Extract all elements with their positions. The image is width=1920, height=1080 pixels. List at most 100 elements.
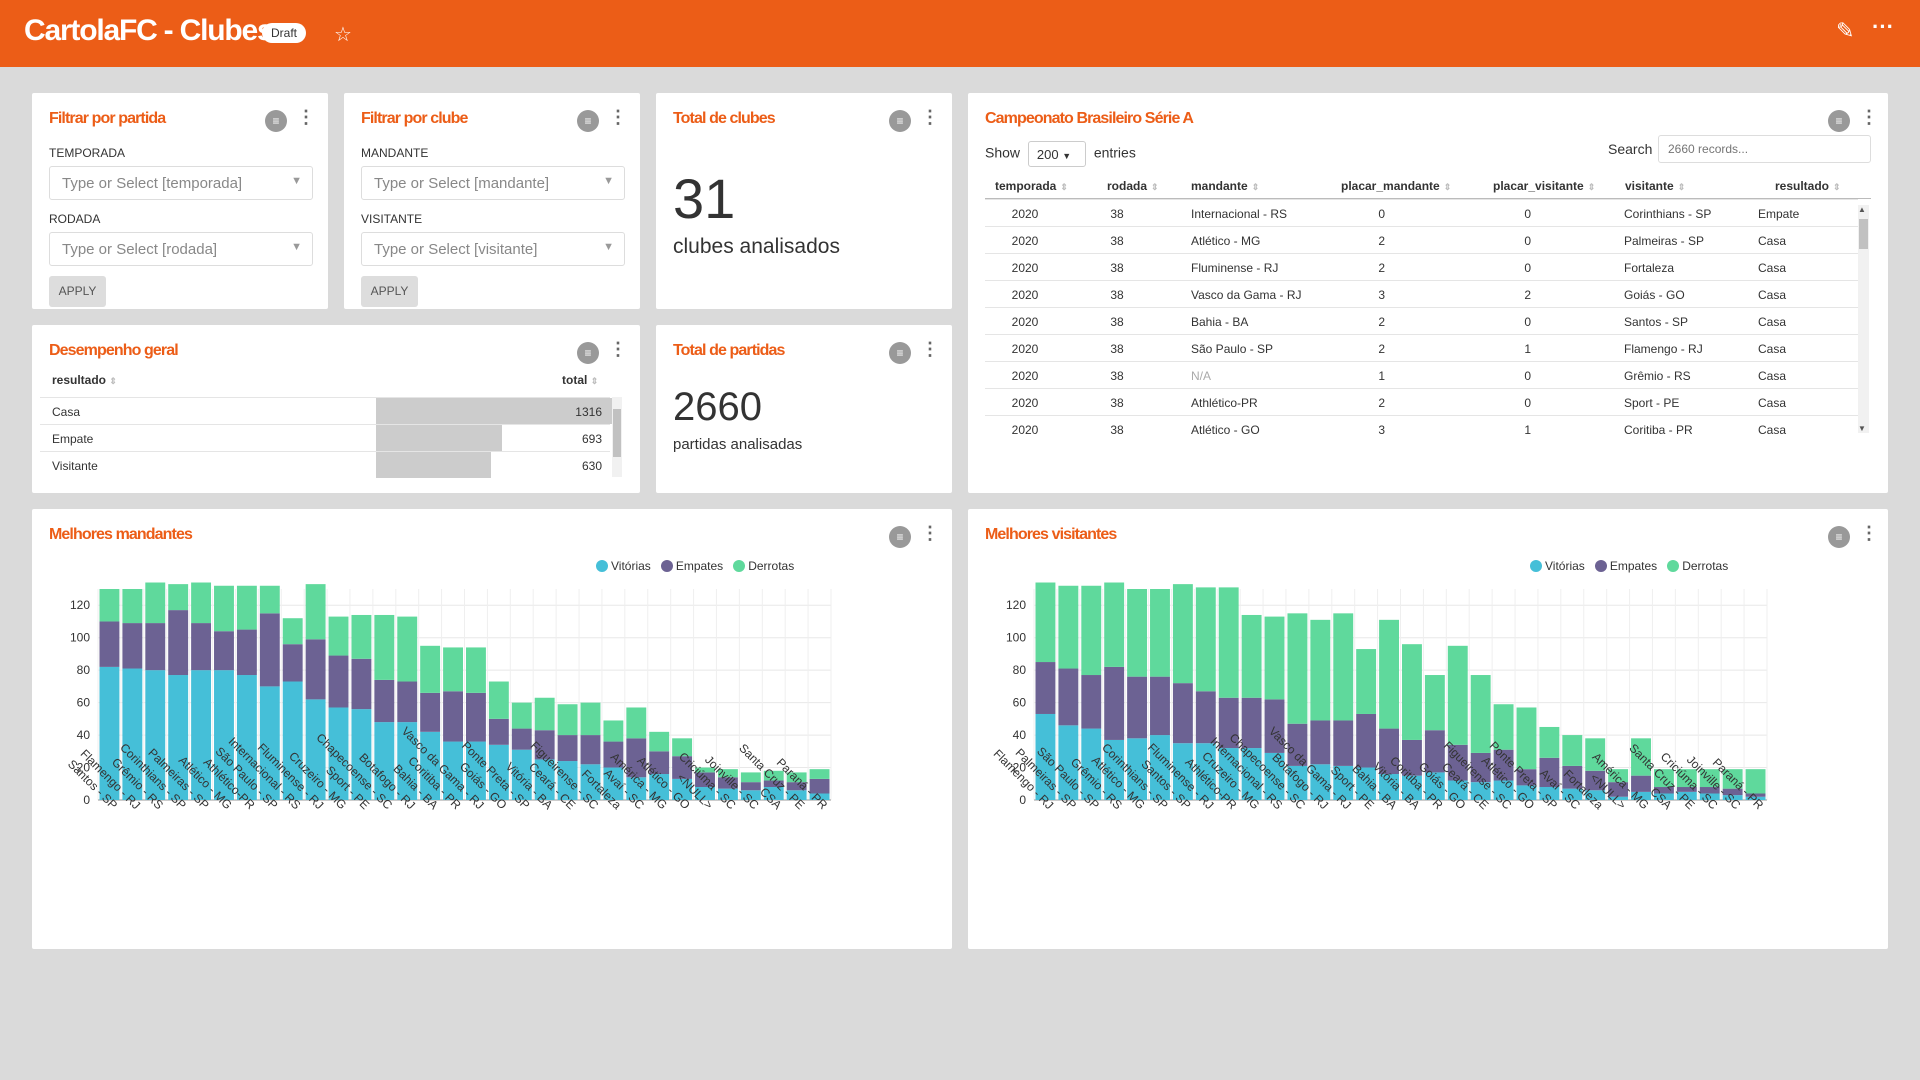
bar-derrotas[interactable] [99, 589, 120, 622]
filter-icon[interactable]: ≡ [577, 342, 599, 364]
bar-derrotas[interactable] [282, 618, 303, 645]
table-row[interactable]: 2020 38 Atlético - GO 3 1 Coritiba - PR Casa [985, 415, 1858, 442]
visitante-select[interactable]: Type or Select [visitante] ▼ [361, 232, 625, 266]
table-row[interactable]: 2020 38 Vasco da Gama - RJ 3 2 Goiás - GO Casa [985, 280, 1858, 307]
bar-derrotas[interactable] [603, 720, 624, 742]
table-row[interactable]: 2020 38 Bahia - BA 2 0 Santos - SP Casa [985, 307, 1858, 334]
bar-empates[interactable] [374, 679, 395, 723]
scroll-thumb[interactable] [1859, 219, 1868, 249]
bar-derrotas[interactable] [397, 616, 418, 682]
more-vertical-icon[interactable]: ⋮ [921, 107, 939, 128]
bar-derrotas[interactable] [740, 772, 761, 783]
bar-derrotas[interactable] [1058, 585, 1079, 669]
col-header-temporada[interactable]: temporada ⇕ [995, 179, 1068, 193]
bar-derrotas[interactable] [443, 647, 463, 692]
bar-empates[interactable] [122, 623, 143, 669]
bar-empates[interactable] [1310, 720, 1331, 765]
more-vertical-icon[interactable]: ⋮ [609, 339, 627, 360]
col-header-total[interactable]: total ⇕ [562, 373, 598, 387]
more-vertical-icon[interactable]: ⋮ [609, 107, 627, 128]
table-row[interactable]: Empate 693 [40, 424, 610, 451]
bar-derrotas[interactable] [466, 647, 486, 693]
col-header-placar_visitante[interactable]: placar_visitante ⇕ [1493, 179, 1595, 193]
filter-icon[interactable]: ≡ [265, 110, 287, 132]
bar-empates[interactable] [397, 681, 418, 723]
bar-derrotas[interactable] [351, 614, 372, 659]
apply-button[interactable]: APPLY [49, 276, 106, 307]
bar-empates[interactable] [168, 610, 189, 676]
bar-derrotas[interactable] [145, 582, 166, 624]
scroll-down-icon[interactable]: ▼ [1858, 424, 1866, 433]
bar-empates[interactable] [1333, 720, 1354, 766]
bar-empates[interactable] [1195, 691, 1216, 744]
table-row[interactable]: 2020 38 Internacional - RS 0 0 Corinthians - … [985, 199, 1858, 226]
bar-derrotas[interactable] [557, 704, 578, 736]
filter-icon[interactable]: ≡ [889, 110, 911, 132]
bar-derrotas[interactable] [1195, 587, 1216, 692]
bar-empates[interactable] [1104, 666, 1125, 740]
star-icon[interactable]: ☆ [334, 22, 352, 47]
edit-icon[interactable]: ✎ [1836, 18, 1854, 44]
bar-derrotas[interactable] [1104, 582, 1125, 667]
more-vertical-icon[interactable]: ⋮ [297, 107, 315, 128]
bar-empates[interactable] [1172, 683, 1193, 744]
table-row[interactable]: 2020 38 Atlético - MG 2 0 Palmeiras - SP Casa [985, 226, 1858, 253]
bar-empates[interactable] [282, 644, 303, 682]
bar-derrotas[interactable] [305, 584, 326, 640]
bar-derrotas[interactable] [649, 731, 670, 752]
bar-derrotas[interactable] [511, 702, 532, 729]
bar-empates[interactable] [259, 613, 280, 687]
bar-derrotas[interactable] [1424, 675, 1445, 731]
bar-empates[interactable] [443, 691, 463, 742]
bar-derrotas[interactable] [1539, 726, 1560, 758]
bar-empates[interactable] [191, 623, 212, 671]
apply-button[interactable]: APPLY [361, 276, 418, 307]
bar-empates[interactable] [1356, 713, 1377, 768]
bar-empates[interactable] [214, 631, 234, 671]
bar-empates[interactable] [99, 621, 120, 667]
bar-empates[interactable] [1127, 676, 1148, 739]
bar-empates[interactable] [1058, 668, 1079, 726]
filter-icon[interactable]: ≡ [889, 342, 911, 364]
mandante-select[interactable]: Type or Select [mandante] ▼ [361, 166, 625, 200]
col-header-visitante[interactable]: visitante ⇕ [1625, 179, 1685, 193]
bar-empates[interactable] [1081, 675, 1102, 729]
more-vertical-icon[interactable]: ⋮ [1860, 107, 1878, 128]
bar-derrotas[interactable] [1127, 589, 1148, 677]
bar-derrotas[interactable] [236, 585, 257, 630]
bar-derrotas[interactable] [328, 616, 349, 656]
bar-derrotas[interactable] [809, 769, 830, 779]
bar-derrotas[interactable] [420, 645, 441, 693]
scroll-up-icon[interactable]: ▲ [1858, 205, 1866, 214]
bar-derrotas[interactable] [259, 585, 280, 614]
bar-empates[interactable] [328, 655, 349, 708]
bar-empates[interactable] [488, 718, 509, 745]
bar-derrotas[interactable] [191, 582, 212, 624]
bar-empates[interactable] [466, 692, 486, 742]
bar-derrotas[interactable] [1402, 644, 1422, 740]
bar-derrotas[interactable] [580, 702, 601, 736]
page-size-select[interactable]: 200 ▼ [1027, 141, 1086, 167]
bar-empates[interactable] [557, 735, 578, 762]
scrollbar[interactable] [612, 397, 622, 477]
bar-derrotas[interactable] [1150, 589, 1170, 677]
bar-derrotas[interactable] [1287, 613, 1308, 724]
bar-derrotas[interactable] [1470, 675, 1491, 753]
table-row[interactable]: 2020 38 Fluminense - RJ 2 0 Fortaleza Casa [985, 253, 1858, 280]
col-header-placar_mandante[interactable]: placar_mandante ⇕ [1341, 179, 1451, 193]
col-header-mandante[interactable]: mandante ⇕ [1191, 179, 1259, 193]
bar-empates[interactable] [236, 629, 257, 676]
temporada-select[interactable]: Type or Select [temporada] ▼ [49, 166, 313, 200]
scrollbar[interactable]: ▲ ▼ [1858, 205, 1869, 433]
bar-empates[interactable] [305, 639, 326, 700]
bar-derrotas[interactable] [488, 681, 509, 719]
search-input[interactable] [1658, 135, 1871, 163]
col-header-rodada[interactable]: rodada ⇕ [1107, 179, 1159, 193]
bar-derrotas[interactable] [1241, 614, 1262, 698]
more-vertical-icon[interactable]: ⋮ [921, 339, 939, 360]
bar-empates[interactable] [351, 658, 372, 710]
table-row[interactable]: 2020 38 N/A 1 0 Grêmio - RS Casa [985, 361, 1858, 388]
scroll-thumb[interactable] [613, 409, 621, 457]
rodada-select[interactable]: Type or Select [rodada] ▼ [49, 232, 313, 266]
filter-icon[interactable]: ≡ [577, 110, 599, 132]
